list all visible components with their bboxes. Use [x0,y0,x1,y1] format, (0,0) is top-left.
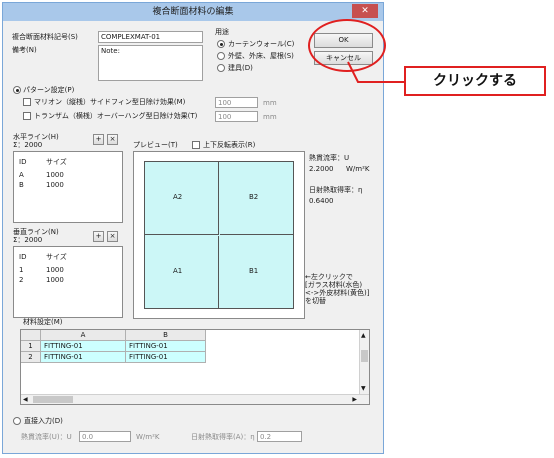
direct-u-input[interactable]: 0.0 [79,431,131,442]
vertical-scrollbar[interactable]: ▲ ▼ [359,330,369,394]
direct-input-label: 直接入力(D) [24,417,63,425]
material-grid: A B 1 FITTING-01 FITTING-01 2 FITTING-01… [20,329,370,405]
toggle-hint: ←左クリックで [ガラス材料(水色) <->外皮材料(黄色)] を切替 [305,273,369,305]
list-item-size[interactable]: 1000 [46,275,64,285]
direct-u-label: 熱貫流率(U)：U [21,433,72,441]
list-item-id[interactable]: 1 [19,265,23,275]
list-item-size[interactable]: 1000 [46,265,64,275]
list-item-size[interactable]: 1000 [46,180,64,190]
cell-label: B1 [249,267,259,275]
mullion-unit: mm [263,99,277,107]
note-label: 備考(N) [12,46,37,54]
scroll-thumb[interactable] [33,396,73,403]
usage-option-label: 建具(D) [228,64,253,72]
grid-column-header[interactable]: B [126,330,206,341]
list-item-size[interactable]: 1000 [46,170,64,180]
material-code-label: 複合断面材料記号(S) [12,33,78,41]
grid-column-header[interactable]: A [41,330,126,341]
list-header-id: ID [19,158,27,166]
scroll-down-icon[interactable]: ▼ [361,385,366,392]
vertical-add-button[interactable]: + [93,231,104,242]
usage-label: 用途 [215,28,229,36]
title-bar: 複合断面材料の編集 [3,3,383,21]
cell-label: A1 [173,267,183,275]
direct-eta-label: 日射熱取得率(A)：η [191,433,255,441]
eta-label: 日射熱取得率：η [309,186,363,194]
cell-label: A2 [173,193,183,201]
hint-line: ←左クリックで [305,273,353,281]
material-settings-label: 材料設定(M) [23,318,63,326]
u-value-label: 熱貫流率：U [309,154,350,162]
preview-cell-a1[interactable]: A1 [145,236,219,308]
direct-u-unit: W/m²K [136,433,160,441]
material-code-input[interactable]: COMPLEXMAT-01 [98,31,203,43]
dialog-window: 複合断面材料の編集 ✕ 複合断面材料記号(S) COMPLEXMAT-01 備考… [2,2,384,454]
mullion-value-input[interactable]: 100 [215,97,258,108]
grid-row-header: 2 [21,352,41,363]
usage-exterior-radio[interactable] [217,52,225,60]
list-header-size: サイズ [46,158,67,166]
close-button[interactable]: ✕ [352,4,378,18]
u-unit: W/m²K [346,165,370,173]
flip-checkbox[interactable] [192,141,200,149]
callout-text: クリックする [433,73,517,89]
direct-input-radio[interactable] [13,417,21,425]
preview-cell-b2[interactable]: B2 [220,162,293,235]
direct-eta-input[interactable]: 0.2 [257,431,302,442]
horizontal-add-button[interactable]: + [93,134,104,145]
list-item-id[interactable]: 2 [19,275,23,285]
transom-value-input[interactable]: 100 [215,111,258,122]
grid-row-header: 1 [21,341,41,352]
grid-cell-b[interactable]: FITTING-01 [126,341,206,352]
pattern-label: パターン設定(P) [23,86,75,94]
pattern-radio[interactable] [13,86,21,94]
scroll-up-icon[interactable]: ▲ [361,332,366,339]
note-textarea[interactable]: Note: [98,45,203,81]
transom-label: トランザム（横桟）オーバーハング型日除け効果(T) [34,112,198,120]
usage-option-label: 外壁、外床、屋根(S) [228,52,294,60]
hint-line: [ガラス材料(水色) [305,281,363,289]
usage-fitting-radio[interactable] [217,64,225,72]
flip-label: 上下反転表示(R) [203,141,256,149]
grid-corner [21,330,41,341]
list-item-id[interactable]: A [19,170,24,180]
list-item-id[interactable]: B [19,180,24,190]
vertical-sum: Σ：2000 [13,236,43,244]
horizontal-sum: Σ：2000 [13,141,43,149]
preview-grid: A2 B2 A1 B1 [144,161,294,309]
preview-cell-b1[interactable]: B1 [220,236,293,308]
hint-line: <->外皮材料(黄色)] [305,289,370,297]
transom-checkbox[interactable] [23,112,31,120]
list-header-size: サイズ [46,253,67,261]
scroll-left-icon[interactable]: ◀ [23,396,28,403]
eta-value: 0.6400 [309,197,334,205]
callout-box: クリックする [404,66,546,96]
cell-label: B2 [249,193,259,201]
callout-connector [347,61,406,83]
transom-unit: mm [263,113,277,121]
horizontal-line-list: ID サイズ A 1000 B 1000 [13,151,123,223]
grid-cell-a[interactable]: FITTING-01 [41,352,126,363]
window-title: 複合断面材料の編集 [152,7,234,17]
preview-panel: A2 B2 A1 B1 [133,151,305,319]
grid-cell-a[interactable]: FITTING-01 [41,341,126,352]
mullion-label: マリオン（縦桟）サイドフィン型日除け効果(M) [34,98,186,106]
grid-cell-b[interactable]: FITTING-01 [126,352,206,363]
scroll-right-icon[interactable]: ▶ [352,396,357,403]
hint-line: を切替 [305,297,326,305]
u-value: 2.2000 [309,165,334,173]
vertical-remove-button[interactable]: × [107,231,118,242]
vertical-line-list: ID サイズ 1 1000 2 1000 [13,246,123,318]
scroll-thumb[interactable] [361,350,368,362]
preview-label: プレビュー(T) [133,141,178,149]
usage-option-label: カーテンウォール(C) [228,40,295,48]
mullion-checkbox[interactable] [23,98,31,106]
preview-cell-a2[interactable]: A2 [145,162,219,235]
horizontal-scrollbar[interactable]: ◀ ▶ [21,394,369,404]
horizontal-remove-button[interactable]: × [107,134,118,145]
list-header-id: ID [19,253,27,261]
usage-curtainwall-radio[interactable] [217,40,225,48]
